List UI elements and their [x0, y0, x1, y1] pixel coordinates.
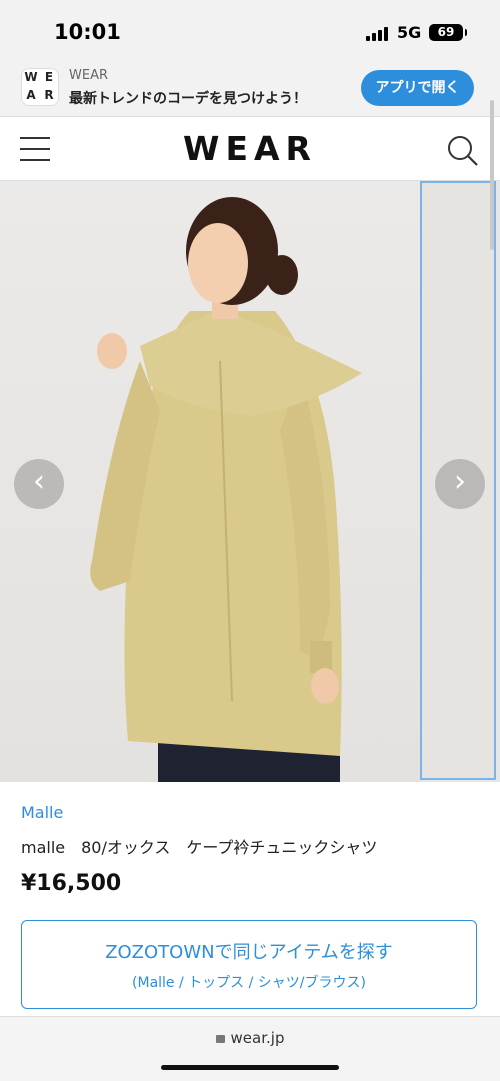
site-logo[interactable]: WEAR — [0, 129, 500, 168]
zozotown-button-label: ZOZOTOWNで同じアイテムを探す — [105, 942, 393, 963]
wear-app-logo: W E A R — [22, 69, 58, 105]
status-time: 10:01 — [54, 20, 121, 44]
signal-icon — [366, 27, 390, 41]
browser-address-bar[interactable]: wear.jp — [0, 1016, 500, 1081]
banner-app-name: WEAR — [69, 68, 108, 83]
network-label: 5G — [397, 23, 422, 42]
brand-link[interactable]: Malle — [21, 803, 63, 822]
prev-image-button[interactable]: ‹ — [14, 459, 64, 509]
search-icon[interactable] — [447, 135, 479, 167]
product-image-gallery[interactable]: ‹ › — [0, 181, 500, 782]
site-header: WEAR — [0, 117, 500, 181]
url-text: wear.jp — [0, 1029, 500, 1047]
lock-icon — [215, 1035, 225, 1043]
app-banner: W E A R WEAR 最新トレンドのコーデを見つけよう！ アプリで開く — [0, 62, 500, 117]
product-title: malle 80/オックス ケープ衿チュニックシャツ — [21, 838, 378, 857]
battery-icon: 69 — [429, 24, 467, 41]
zozotown-search-button[interactable]: ZOZOTOWNで同じアイテムを探す (Malle / トップス / シャツ/ブ… — [21, 920, 477, 1009]
banner-tagline: 最新トレンドのコーデを見つけよう！ — [69, 91, 307, 107]
home-indicator[interactable] — [161, 1065, 339, 1070]
next-image-button[interactable]: › — [435, 459, 485, 509]
zozotown-category-label: (Malle / トップス / シャツ/ブラウス) — [132, 975, 366, 991]
page-scrollbar[interactable] — [490, 100, 494, 250]
product-price: ¥16,500 — [21, 871, 122, 896]
open-app-button[interactable]: アプリで開く — [361, 70, 474, 106]
status-bar: 10:01 5G 69 — [0, 0, 500, 62]
